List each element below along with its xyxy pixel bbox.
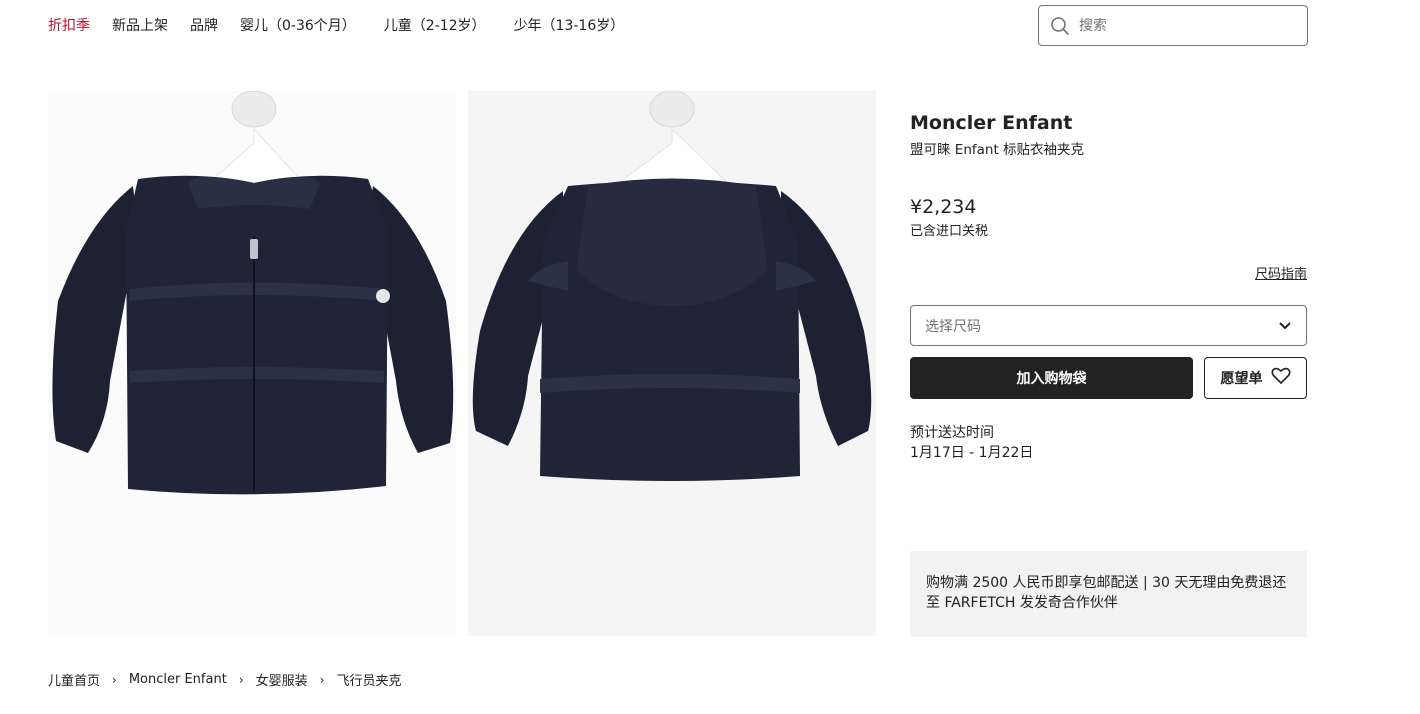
search-box[interactable] — [1038, 5, 1308, 46]
breadcrumb-item-brand[interactable]: Moncler Enfant — [129, 672, 227, 687]
nav-item-sale[interactable]: 折扣季 — [48, 15, 90, 35]
top-nav: 折扣季 新品上架 品牌 婴儿（0-36个月） 儿童（2-12岁） 少年（13-1… — [48, 0, 646, 50]
add-to-bag-button[interactable]: 加入购物袋 — [910, 357, 1193, 399]
size-select-placeholder: 选择尺码 — [925, 318, 981, 335]
search-input[interactable] — [1079, 17, 1279, 34]
nav-item-baby[interactable]: 婴儿（0-36个月） — [240, 15, 356, 35]
nav-item-kids[interactable]: 儿童（2-12岁） — [384, 15, 486, 35]
nav-item-new-in[interactable]: 新品上架 — [112, 15, 168, 35]
promo-banner: 购物满 2500 人民币即享包邮配送 | 30 天无理由免费退还至 FARFET… — [910, 551, 1307, 637]
product-name: 盟可睐 Enfant 标贴衣袖夹克 — [910, 142, 1085, 158]
product-image-back[interactable] — [468, 91, 876, 636]
product-brand[interactable]: Moncler Enfant — [910, 112, 1072, 134]
wishlist-button[interactable]: 愿望单 — [1204, 357, 1307, 399]
delivery-date: 1月17日 - 1月22日 — [910, 445, 1034, 461]
breadcrumb: 儿童首页 › Moncler Enfant › 女婴服装 › 飞行员夹克 — [48, 670, 401, 689]
nav-item-teen[interactable]: 少年（13-16岁） — [514, 15, 625, 35]
breadcrumb-item-baby-girl[interactable]: 女婴服装 — [256, 670, 308, 689]
nav-item-brands[interactable]: 品牌 — [190, 15, 218, 35]
chevron-right-icon: › — [238, 672, 244, 687]
delivery-label: 预计送达时间 — [910, 425, 994, 441]
product-price: ¥2,234 — [910, 196, 977, 218]
chevron-right-icon: › — [319, 672, 325, 687]
size-guide-link[interactable]: 尺码指南 — [1255, 263, 1307, 282]
search-icon — [1049, 15, 1071, 37]
product-image-front[interactable] — [48, 91, 456, 636]
chevron-down-icon — [1278, 316, 1292, 335]
size-select[interactable]: 选择尺码 — [910, 305, 1307, 346]
heart-icon — [1270, 367, 1291, 389]
breadcrumb-item-kids-home[interactable]: 儿童首页 — [48, 670, 100, 689]
tax-note: 已含进口关税 — [910, 224, 989, 239]
breadcrumb-item-bomber[interactable]: 飞行员夹克 — [336, 670, 401, 689]
chevron-right-icon: › — [112, 672, 117, 687]
wishlist-label: 愿望单 — [1220, 371, 1263, 387]
